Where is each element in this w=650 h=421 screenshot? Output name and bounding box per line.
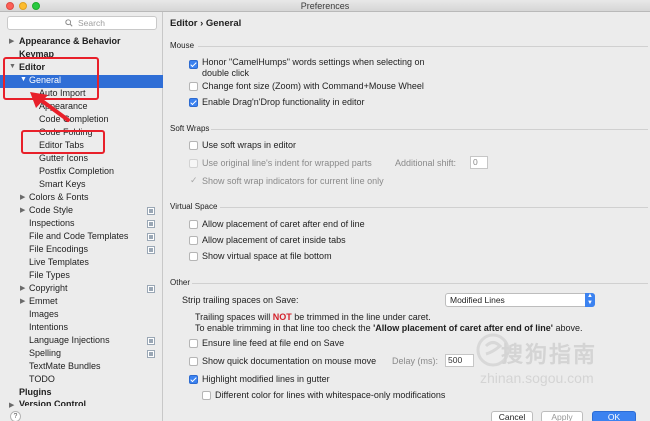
sidebar-item-version-control[interactable]: Version Control [19,398,86,406]
sidebar-item-smart-keys[interactable]: Smart Keys [39,178,86,191]
strip-spaces-value: Modified Lines [450,295,505,305]
strip-spaces-label: Strip trailing spaces on Save: [182,295,299,305]
sidebar-item-appearance[interactable]: Appearance [39,100,88,113]
project-settings-icon [147,246,155,254]
virtual-space-bottom-checkbox[interactable] [189,252,198,261]
drag-drop-checkbox[interactable] [189,98,198,107]
sidebar-item-colors-fonts[interactable]: Colors & Fonts [29,191,89,204]
sidebar-item-code-completion[interactable]: Code Completion [39,113,109,126]
cancel-button[interactable]: Cancel [491,411,533,421]
project-settings-icon [147,285,155,293]
line-feed-checkbox[interactable] [189,339,198,348]
original-indent-label: Use original line's indent for wrapped p… [202,158,372,168]
caret-inside-tabs-label: Allow placement of caret inside tabs [202,235,346,245]
project-settings-icon [147,207,155,215]
camel-humps-checkbox[interactable] [189,60,198,69]
sidebar-item-todo[interactable]: TODO [29,373,55,386]
soft-wraps-checkbox[interactable] [189,141,198,150]
search-placeholder: Search [78,18,105,28]
chevron-right-icon[interactable]: ▶ [20,284,25,292]
caret-after-eol-checkbox[interactable] [189,220,198,229]
sidebar-item-live-templates[interactable]: Live Templates [29,256,89,269]
change-font-checkbox[interactable] [189,82,198,91]
soft-wraps-label: Use soft wraps in editor [202,140,297,150]
different-color-label: Different color for lines with whitespac… [215,390,446,400]
trailing-note-line1: Trailing spaces will NOT be trimmed in t… [195,312,431,322]
original-indent-checkbox[interactable] [189,159,198,168]
highlight-modified-label: Highlight modified lines in gutter [202,374,330,384]
quick-doc-checkbox[interactable] [189,357,198,366]
annotation-box-editor-general [3,57,99,100]
virtual-space-bottom-label: Show virtual space at file bottom [202,251,332,261]
help-button[interactable]: ? [10,411,21,421]
section-virtual-space-title: Virtual Space [170,202,218,211]
line-feed-label: Ensure line feed at file end on Save [202,338,345,348]
search-icon [65,19,73,27]
sidebar-item-copyright[interactable]: Copyright [29,282,68,295]
sidebar-item-emmet[interactable]: Emmet [29,295,58,308]
sidebar-item-textmate-bundles[interactable]: TextMate Bundles [29,360,101,373]
caret-inside-tabs-checkbox[interactable] [189,236,198,245]
search-input[interactable]: Search [7,16,157,30]
sidebar-item-code-style[interactable]: Code Style [29,204,73,217]
highlight-modified-checkbox[interactable] [189,375,198,384]
watermark-url: zhinan.sogou.com [480,370,594,386]
not-emphasis: NOT [272,312,292,322]
change-font-label: Change font size (Zoom) with Command+Mou… [202,81,424,91]
chevron-right-icon[interactable]: ▶ [20,206,25,214]
sidebar-item-file-code-templates[interactable]: File and Code Templates [29,230,128,243]
strip-spaces-select[interactable]: Modified Lines ▲ ▼ [445,293,595,307]
watermark-text: 搜狗指南 [501,342,598,367]
project-settings-icon [147,337,155,345]
apply-button[interactable]: Apply [541,411,583,421]
sidebar-item-postfix-completion[interactable]: Postfix Completion [39,165,114,178]
annotation-box-editor-tabs [21,130,105,154]
section-divider [220,207,648,208]
project-settings-icon [147,350,155,358]
section-mouse-title: Mouse [170,41,195,50]
chevron-right-icon[interactable]: ▶ [9,37,14,45]
window-title: Preferences [300,1,350,11]
chevron-right-icon[interactable]: ▶ [9,401,14,409]
additional-shift-label: Additional shift: [395,158,457,168]
sidebar-item-appearance-behavior[interactable]: Appearance & Behavior [19,35,121,48]
chevron-right-icon[interactable]: ▶ [20,193,25,201]
sidebar-item-inspections[interactable]: Inspections [29,217,75,230]
camel-humps-label-line2: double click [202,68,250,78]
delay-label: Delay (ms): [392,356,439,366]
ok-button[interactable]: OK [592,411,636,421]
drag-drop-label: Enable Drag'n'Drop functionality in edit… [202,97,365,107]
chevron-right-icon[interactable]: ▶ [20,297,25,305]
title-bar: Preferences [0,0,650,12]
show-wrap-indicators-label: Show soft wrap indicators for current li… [202,176,384,186]
project-settings-icon [147,220,155,228]
dim-checkmark-icon[interactable]: ✓ [190,175,198,186]
caret-after-eol-label: Allow placement of caret after end of li… [202,219,365,229]
page-title: Editor › General [170,18,242,29]
different-color-checkbox[interactable] [202,391,211,400]
sidebar-item-file-encodings[interactable]: File Encodings [29,243,88,256]
project-settings-icon [147,233,155,241]
select-arrows-icon: ▲ ▼ [585,293,595,307]
section-divider [211,129,648,130]
quick-doc-label: Show quick documentation on mouse move [202,356,377,366]
additional-shift-input[interactable]: 0 [470,156,488,169]
section-soft-wraps-title: Soft Wraps [170,124,210,133]
section-divider [198,46,648,47]
sidebar-item-intentions[interactable]: Intentions [29,321,68,334]
camel-humps-label-line1: Honor "CamelHumps" words settings when s… [202,57,425,67]
sidebar-item-spelling[interactable]: Spelling [29,347,61,360]
sidebar-item-file-types[interactable]: File Types [29,269,70,282]
section-other-title: Other [170,278,191,287]
sidebar-item-language-injections[interactable]: Language Injections [29,334,110,347]
sidebar-item-images[interactable]: Images [29,308,59,321]
section-divider [192,283,648,284]
